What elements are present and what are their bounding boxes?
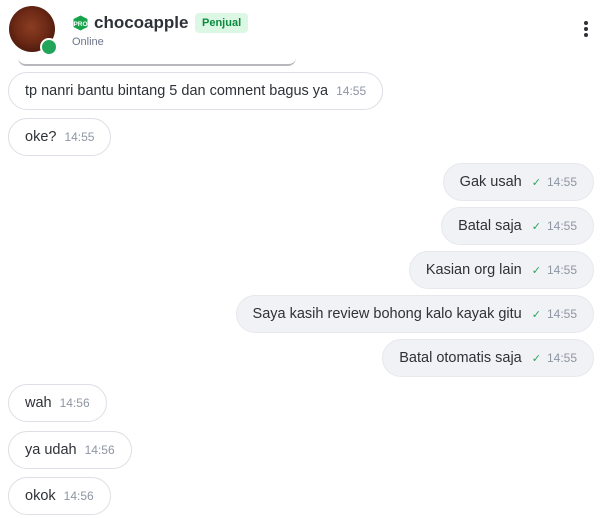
message-text: tp nanri bantu bintang 5 dan comnent bag… xyxy=(25,83,329,99)
svg-text:PRO: PRO xyxy=(73,21,87,28)
message-bubble-incoming[interactable]: ya udah 14:56 xyxy=(8,431,132,469)
message-bubble-incoming[interactable]: okok 14:56 xyxy=(8,477,111,515)
message-time: 14:55 xyxy=(546,263,577,277)
message-time: 14:55 xyxy=(336,84,367,98)
message-time: 14:55 xyxy=(546,307,577,321)
message-text: okok xyxy=(25,488,56,504)
message-text: Batal otomatis saja xyxy=(399,350,522,366)
message-time: 14:55 xyxy=(64,130,95,144)
online-status-dot xyxy=(40,38,58,56)
message-time: 14:56 xyxy=(84,443,115,457)
message-time: 14:55 xyxy=(546,219,577,233)
check-icon: ✓ xyxy=(531,176,541,189)
message-bubble-incoming[interactable]: tp nanri bantu bintang 5 dan comnent bag… xyxy=(8,72,384,110)
message-bubble-outgoing[interactable]: Batal saja ✓ 14:55 xyxy=(441,207,594,245)
message-bubble-outgoing[interactable]: Gak usah ✓ 14:55 xyxy=(442,163,594,201)
message-bubble-outgoing[interactable]: Batal otomatis saja ✓ 14:55 xyxy=(382,339,594,377)
previous-message-edge xyxy=(18,58,296,66)
message-text: ya udah xyxy=(25,442,77,458)
online-status-text: Online xyxy=(72,36,104,48)
message-text: Kasian org lain xyxy=(425,262,522,278)
seller-badge: Penjual xyxy=(195,13,249,33)
more-vertical-icon[interactable] xyxy=(576,17,596,41)
message-bubble-outgoing[interactable]: Kasian org lain ✓ 14:55 xyxy=(408,251,594,289)
message-bubble-outgoing[interactable]: Saya kasih review bohong kalo kayak gitu… xyxy=(235,295,594,333)
message-time: 14:56 xyxy=(59,396,90,410)
message-bubble-incoming[interactable]: wah 14:56 xyxy=(8,384,107,422)
message-text: wah xyxy=(25,395,52,411)
check-icon: ✓ xyxy=(531,308,541,321)
message-time: 14:55 xyxy=(546,351,577,365)
pro-badge-icon: PRO xyxy=(73,15,88,31)
message-text: oke? xyxy=(25,129,57,145)
shop-name[interactable]: chocoapple xyxy=(94,13,188,33)
check-icon: ✓ xyxy=(531,264,541,277)
check-icon: ✓ xyxy=(531,220,541,233)
message-text: Gak usah xyxy=(459,174,522,190)
check-icon: ✓ xyxy=(531,352,541,365)
message-time: 14:56 xyxy=(63,489,94,503)
message-text: Batal saja xyxy=(458,218,522,234)
message-time: 14:55 xyxy=(546,175,577,189)
chat-header: PRO chocoapple Penjual Online xyxy=(0,0,608,62)
message-text: Saya kasih review bohong kalo kayak gitu xyxy=(252,306,522,322)
message-bubble-incoming[interactable]: oke? 14:55 xyxy=(8,118,112,156)
